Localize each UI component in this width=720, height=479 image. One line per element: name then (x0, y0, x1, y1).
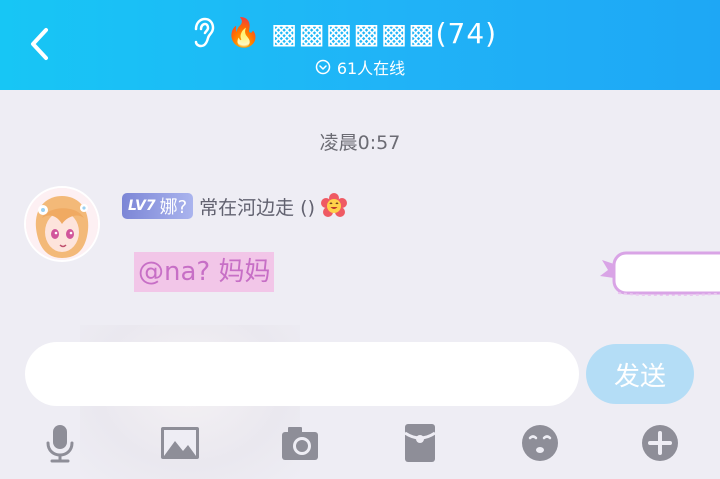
sender-name[interactable]: 常在河边走 () (199, 193, 315, 220)
online-count: 61人在线 (336, 59, 406, 78)
red-packet-button[interactable] (398, 420, 442, 466)
ear-icon (194, 17, 215, 48)
camera-icon (282, 427, 318, 460)
title-row[interactable]: 🔥 ▩▩▩▩▩▩(74) (190, 14, 497, 52)
image-icon (161, 427, 199, 459)
avatar[interactable] (26, 188, 98, 260)
camera-button[interactable] (278, 420, 322, 466)
message-timestamp: 凌晨0:57 (319, 132, 401, 154)
emoji-icon (522, 425, 558, 461)
microphone-button[interactable] (38, 420, 82, 466)
flower-emoji-icon (321, 193, 348, 217)
avatar-image (26, 188, 98, 260)
message-text[interactable]: @na? 妈妈 (134, 252, 275, 292)
sender-meta: LV7 娜? 常在河边走 () (122, 192, 348, 220)
fire-icon: 🔥 (226, 16, 261, 49)
group-title: ▩▩▩▩▩▩(74) (270, 16, 498, 50)
microphone-icon (46, 425, 74, 463)
decorative-bubble (600, 251, 720, 296)
online-status[interactable]: 61人在线 (0, 56, 720, 78)
send-button[interactable]: 发送 (586, 344, 694, 404)
red-packet-icon (404, 424, 436, 462)
level-label: LV7 (128, 198, 156, 214)
chevron-circle-icon (315, 59, 331, 75)
plus-button[interactable] (638, 420, 682, 466)
composer-toolbar (0, 420, 720, 470)
plus-icon (642, 425, 678, 461)
level-badge[interactable]: LV7 娜? (122, 193, 194, 219)
chat-header: 🔥 ▩▩▩▩▩▩(74) 61人在线 (0, 0, 720, 90)
emoji-button[interactable] (518, 420, 562, 466)
message-input[interactable] (25, 342, 579, 406)
level-nickname: 娜? (159, 197, 188, 218)
image-button[interactable] (158, 420, 202, 466)
